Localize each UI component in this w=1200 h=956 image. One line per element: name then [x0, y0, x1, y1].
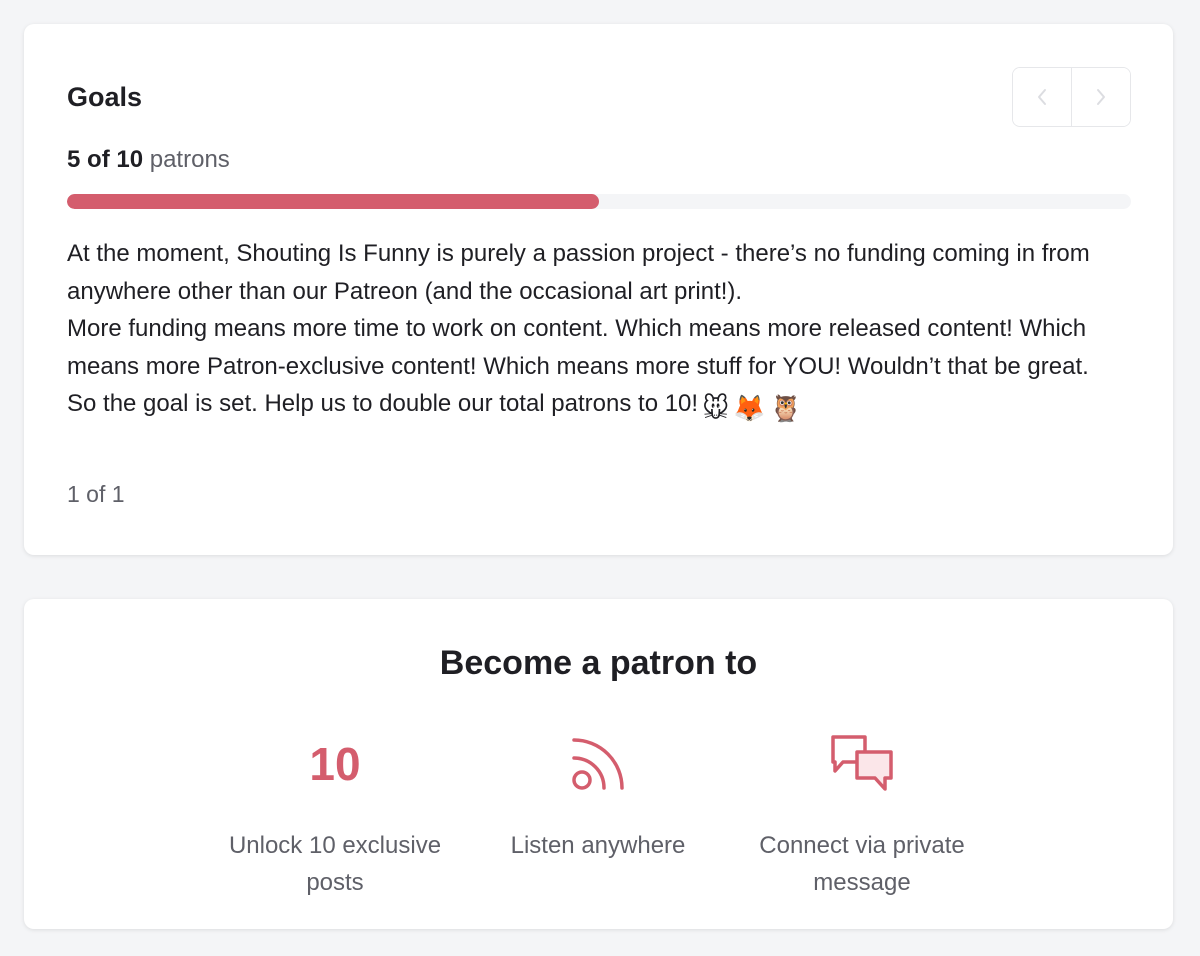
goals-card: Goals 5 of 10 patrons At the moment, Sho…	[24, 24, 1173, 555]
benefit-exclusive-posts: 10 Unlock 10 exclusive posts	[205, 729, 465, 901]
rss-feed-icon	[572, 738, 624, 790]
chat-bubbles-icon	[831, 735, 893, 791]
progress-unit: patrons	[149, 146, 230, 173]
goals-title: Goals	[67, 82, 143, 112]
progress-bar	[67, 194, 1131, 209]
progress-bar-fill	[67, 194, 599, 209]
previous-goal-button[interactable]	[1013, 68, 1071, 126]
goal-description-paragraph: So the goal is set. Help us to double ou…	[67, 385, 1135, 423]
benefit-visual	[468, 729, 728, 799]
goal-page-indicator: 1 of 1	[67, 481, 125, 507]
goal-description-paragraph: More funding means more time to work on …	[67, 315, 1089, 380]
benefit-visual: 10	[205, 729, 465, 799]
progress-target: 10	[116, 146, 144, 173]
become-patron-title: Become a patron to	[439, 644, 758, 682]
benefit-private-message: Connect via private message	[732, 729, 992, 901]
benefit-label: Unlock 10 exclusive posts	[228, 832, 442, 896]
goal-call-to-action: So the goal is set. Help us to double ou…	[67, 390, 699, 417]
exclusive-posts-count: 10	[309, 738, 361, 790]
progress-label: 5 of 10 patrons	[67, 146, 230, 174]
benefit-visual	[732, 729, 992, 799]
chevron-left-icon	[1038, 89, 1046, 105]
goal-description: At the moment, Shouting Is Funny is pure…	[67, 235, 1135, 423]
emoji-group: 🐭 🦊 🦉	[702, 395, 802, 421]
benefit-label: Listen anywhere	[510, 832, 686, 859]
benefit-label: Connect via private message	[759, 832, 965, 896]
goals-pager	[1012, 67, 1131, 127]
become-patron-card: Become a patron to 10 Unlock 10 exclusiv…	[24, 599, 1173, 929]
progress-count: 5 of 10	[67, 146, 143, 173]
progress-current: 5	[67, 146, 81, 173]
fox-emoji: 🦊	[733, 393, 766, 423]
goal-description-paragraph: At the moment, Shouting Is Funny is pure…	[67, 240, 1090, 305]
owl-emoji: 🦉	[769, 393, 802, 423]
progress-of: of	[87, 146, 110, 173]
next-goal-button[interactable]	[1071, 68, 1130, 126]
benefit-listen-anywhere: Listen anywhere	[468, 729, 728, 864]
chevron-right-icon	[1097, 89, 1105, 105]
mouse-emoji: 🐭	[702, 393, 730, 423]
